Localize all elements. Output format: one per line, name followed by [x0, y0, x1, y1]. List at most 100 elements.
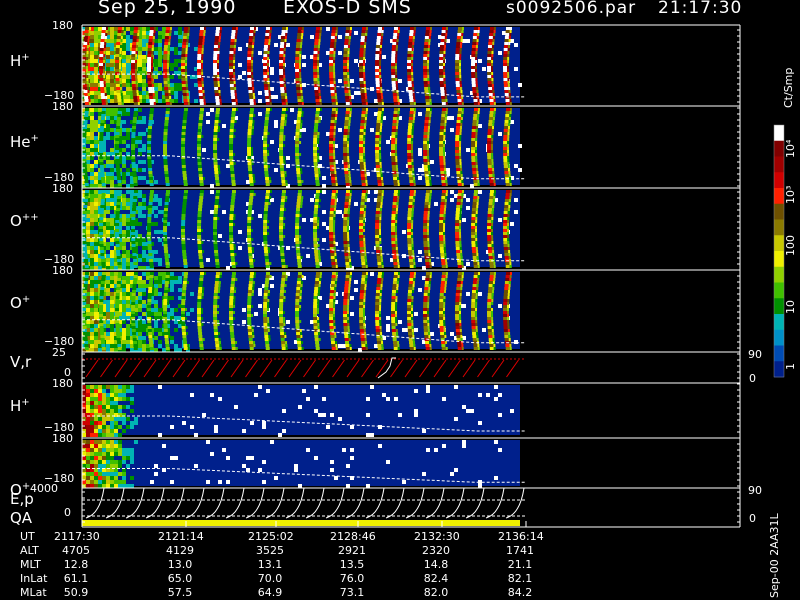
- spin-stripe-edge: [333, 69, 336, 72]
- spin-stripe: [439, 129, 444, 132]
- spin-stripe-edge: [103, 54, 106, 57]
- spin-stripe-edge: [395, 51, 398, 54]
- spin-stripe: [147, 69, 152, 72]
- heatmap-cell: [110, 280, 114, 284]
- heatmap-cell: [94, 164, 98, 168]
- spin-stripe-edge: [429, 30, 432, 33]
- heatmap-cell: [158, 198, 162, 202]
- spin-stripe: [231, 33, 236, 36]
- spin-stripe: [116, 36, 121, 39]
- spin-stripe: [313, 75, 318, 78]
- spin-stripe: [163, 232, 168, 235]
- spin-stripe-edge: [475, 217, 478, 220]
- spin-stripe: [131, 220, 136, 223]
- spin-stripe-edge: [429, 114, 432, 117]
- spin-stripe-edge: [363, 81, 366, 84]
- spin-stripe-edge: [411, 75, 414, 78]
- heatmap-cell: [354, 59, 358, 63]
- spin-stripe: [409, 183, 414, 186]
- spin-stripe: [115, 141, 120, 144]
- heatmap-cell: [122, 242, 126, 246]
- spin-stripe-edge: [299, 51, 302, 54]
- heatmap-cell: [178, 43, 182, 47]
- spin-stripe-edge: [492, 90, 495, 93]
- spin-stripe: [249, 183, 254, 186]
- spin-stripe: [330, 256, 335, 259]
- heatmap-cell: [258, 214, 262, 218]
- spin-stripe: [116, 117, 121, 120]
- spin-stripe: [229, 66, 234, 69]
- spin-stripe: [343, 144, 348, 147]
- heatmap-cell: [418, 176, 422, 180]
- spin-stripe: [332, 27, 336, 30]
- spin-stripe-edge: [267, 220, 270, 223]
- spin-stripe-edge: [363, 214, 366, 217]
- spin-stripe: [197, 220, 202, 223]
- heatmap-cell: [154, 222, 158, 226]
- heatmap-cell: [142, 120, 146, 124]
- heatmap-cell: [106, 136, 110, 140]
- heatmap-cell: [142, 39, 146, 43]
- heatmap-cell: [122, 206, 126, 210]
- spin-stripe: [296, 87, 301, 90]
- spin-stripe-edge: [365, 193, 368, 196]
- spin-stripe-edge: [412, 93, 415, 96]
- spin-stripe-edge: [186, 36, 189, 39]
- spin-stripe-edge: [151, 51, 154, 54]
- spin-stripe: [313, 238, 318, 241]
- spin-stripe: [376, 117, 381, 120]
- heatmap-cell: [126, 144, 130, 148]
- spin-stripe: [150, 27, 154, 30]
- spin-stripe: [392, 120, 397, 123]
- spin-stripe-edge: [120, 93, 123, 96]
- spin-stripe: [147, 51, 152, 54]
- spin-stripe: [183, 114, 188, 117]
- spin-stripe-edge: [412, 253, 415, 256]
- heatmap-cell: [138, 39, 142, 43]
- spin-stripe-edge: [318, 93, 321, 96]
- spin-stripe-edge: [507, 63, 510, 66]
- heatmap-cell: [322, 176, 326, 180]
- heatmap-cell: [110, 214, 114, 218]
- spin-stripe-edge: [398, 108, 400, 111]
- spin-stripe: [455, 147, 460, 150]
- spin-stripe: [149, 114, 154, 117]
- spin-stripe: [488, 36, 493, 39]
- spin-stripe: [425, 265, 430, 268]
- spin-stripe-edge: [379, 211, 382, 214]
- spin-stripe-edge: [348, 199, 351, 202]
- spin-stripe-edge: [427, 247, 430, 250]
- spin-stripe: [359, 126, 364, 129]
- spin-stripe: [213, 144, 218, 147]
- heatmap-cell: [402, 230, 406, 234]
- spin-stripe: [213, 54, 218, 57]
- spin-stripe: [458, 108, 462, 111]
- spin-stripe: [101, 111, 106, 114]
- spin-stripe: [100, 199, 105, 202]
- spin-stripe: [197, 232, 202, 235]
- spin-stripe: [487, 241, 492, 244]
- heatmap-cell: [106, 308, 110, 312]
- spin-stripe: [213, 156, 218, 159]
- spin-stripe: [375, 211, 380, 214]
- spin-stripe: [297, 265, 302, 268]
- spin-stripe: [163, 150, 168, 153]
- spin-stripe-edge: [334, 202, 337, 205]
- spin-stripe: [230, 36, 235, 39]
- spin-stripe: [165, 259, 170, 262]
- spin-stripe-edge: [267, 51, 270, 54]
- spin-stripe-edge: [268, 87, 271, 90]
- heatmap-cell: [322, 222, 326, 226]
- spin-stripe-edge: [87, 93, 90, 96]
- spin-stripe: [117, 259, 122, 262]
- heatmap-cell: [106, 284, 110, 288]
- spin-stripe: [181, 69, 186, 72]
- spin-stripe-edge: [411, 147, 414, 150]
- spin-stripe: [377, 33, 382, 36]
- spin-stripe: [423, 165, 428, 168]
- spin-stripe: [505, 196, 510, 199]
- spin-stripe: [344, 39, 349, 42]
- heatmap-cell: [90, 144, 94, 148]
- spin-stripe-edge: [459, 147, 462, 150]
- spin-stripe-edge: [491, 132, 494, 135]
